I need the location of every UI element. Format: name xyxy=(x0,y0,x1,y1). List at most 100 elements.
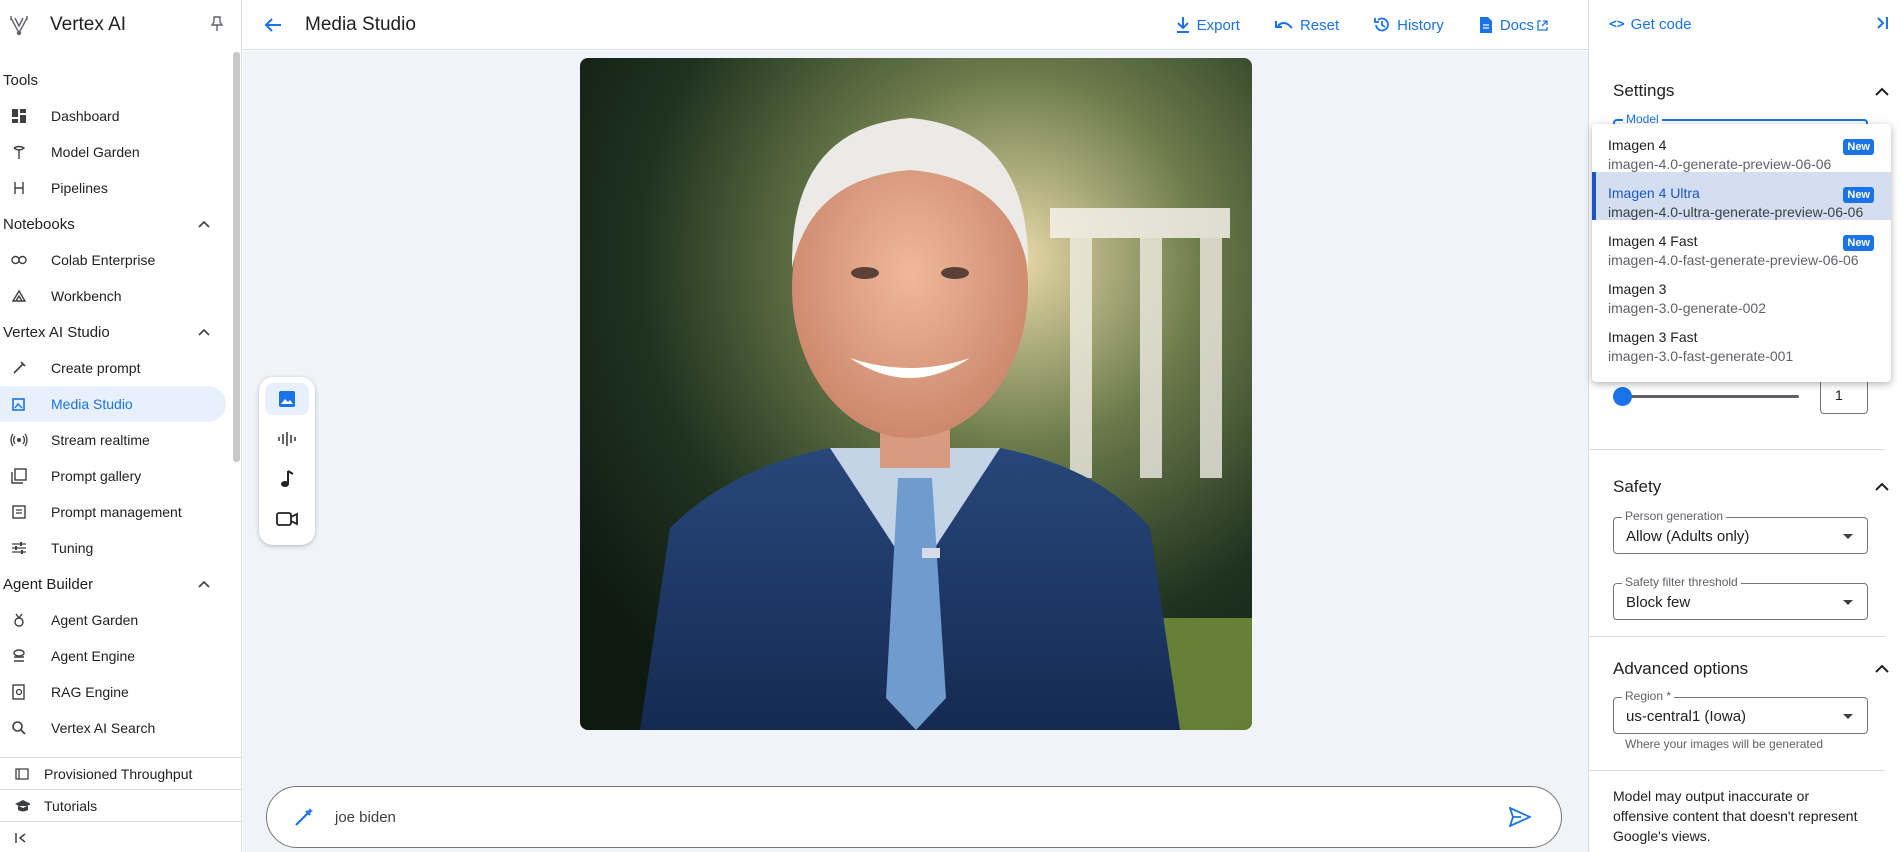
sidebar-item-create-prompt[interactable]: Create prompt xyxy=(0,350,232,386)
video-camera-icon xyxy=(276,512,298,526)
sidebar-item-media-studio[interactable]: Media Studio xyxy=(0,386,226,422)
sidebar-item-label: Prompt management xyxy=(51,504,182,520)
safety-title: Safety xyxy=(1613,477,1662,496)
media-type-toolbox xyxy=(259,377,315,545)
left-sidebar: Vertex AI Tools Dashboard Model Garden P… xyxy=(0,0,242,852)
section-notebooks[interactable]: Notebooks xyxy=(0,206,232,242)
sidebar-item-label: Create prompt xyxy=(51,360,141,376)
create-prompt-icon xyxy=(10,359,28,377)
prompt-management-icon xyxy=(10,503,28,521)
prompt-bar[interactable]: joe biden xyxy=(266,786,1562,848)
sidebar-item-vertex-ai-search[interactable]: Vertex AI Search xyxy=(0,710,232,746)
slider-thumb[interactable] xyxy=(1613,387,1632,406)
audio-wave-icon xyxy=(278,432,296,446)
model-option-imagen-4-fast[interactable]: Imagen 4 Fast imagen-4.0-fast-generate-p… xyxy=(1592,220,1891,268)
model-dropdown-menu: Imagen 4 imagen-4.0-generate-preview-06-… xyxy=(1592,124,1891,382)
download-icon xyxy=(1176,17,1189,33)
sample-count-slider[interactable] xyxy=(1619,395,1799,398)
prompt-input[interactable]: joe biden xyxy=(335,809,396,826)
region-hint: Where your images will be generated xyxy=(1625,737,1824,751)
document-icon xyxy=(1479,17,1492,33)
advanced-options-title: Advanced options xyxy=(1613,659,1749,678)
video-mode-button[interactable] xyxy=(265,503,309,535)
music-mode-button[interactable] xyxy=(265,463,309,495)
collapse-left-icon xyxy=(14,830,30,846)
dropdown-arrow-icon xyxy=(1843,600,1853,605)
sidebar-item-label: Tutorials xyxy=(44,797,98,814)
sidebar-item-label: Prompt gallery xyxy=(51,468,142,484)
section-vertex-ai-studio[interactable]: Vertex AI Studio xyxy=(0,314,232,350)
sidebar-item-provisioned-throughput[interactable]: Provisioned Throughput xyxy=(0,757,241,789)
rag-engine-icon xyxy=(10,683,28,701)
new-badge: New xyxy=(1843,235,1874,251)
chevron-up-icon[interactable] xyxy=(1874,84,1890,100)
model-option-imagen-4[interactable]: Imagen 4 imagen-4.0-generate-preview-06-… xyxy=(1592,124,1891,172)
sidebar-item-label: Media Studio xyxy=(51,396,133,412)
pin-icon[interactable] xyxy=(210,16,224,32)
docs-button[interactable]: Docs xyxy=(1478,16,1554,34)
reset-button[interactable]: Reset xyxy=(1274,17,1339,34)
agent-garden-icon xyxy=(10,611,28,629)
chevron-up-icon xyxy=(198,580,210,588)
history-button[interactable]: History xyxy=(1373,16,1444,34)
model-option-imagen-3-fast[interactable]: Imagen 3 Fast imagen-3.0-fast-generate-0… xyxy=(1592,316,1891,364)
sidebar-item-prompt-management[interactable]: Prompt management xyxy=(0,494,232,530)
main-canvas: joe biden xyxy=(243,51,1588,852)
agent-engine-icon xyxy=(10,647,28,665)
sidebar-item-label: RAG Engine xyxy=(51,684,129,700)
pipelines-icon xyxy=(10,179,28,197)
section-tools: Tools xyxy=(3,71,39,89)
region-select[interactable]: Region * us-central1 (Iowa) xyxy=(1613,689,1868,734)
external-link-icon xyxy=(1537,19,1548,31)
sidebar-item-prompt-gallery[interactable]: Prompt gallery xyxy=(0,458,232,494)
portrait-image xyxy=(580,58,1252,730)
sidebar-item-rag-engine[interactable]: RAG Engine xyxy=(0,674,232,710)
sidebar-item-dashboard[interactable]: Dashboard xyxy=(0,98,232,134)
sidebar-item-label: Workbench xyxy=(51,288,122,304)
sidebar-item-label: Pipelines xyxy=(51,180,108,196)
model-option-imagen-3[interactable]: Imagen 3 imagen-3.0-generate-002 xyxy=(1592,268,1891,316)
export-button[interactable]: Export xyxy=(1175,16,1240,34)
sidebar-item-pipelines[interactable]: Pipelines xyxy=(0,170,232,206)
generated-image[interactable] xyxy=(580,58,1252,730)
history-icon xyxy=(1374,17,1390,32)
sidebar-item-label: Agent Garden xyxy=(51,612,139,628)
get-code-button[interactable]: <> Get code xyxy=(1609,16,1692,33)
sidebar-item-label: Provisioned Throughput xyxy=(44,765,193,782)
sidebar-item-agent-garden[interactable]: Agent Garden xyxy=(0,602,232,638)
code-icon: <> xyxy=(1609,17,1625,32)
new-badge: New xyxy=(1843,139,1874,155)
chevron-up-icon xyxy=(198,328,210,336)
sidebar-scrollbar[interactable] xyxy=(233,52,240,462)
collapse-sidebar-button[interactable] xyxy=(0,821,241,852)
vertex-ai-logo-icon xyxy=(10,16,28,36)
chevron-up-icon[interactable] xyxy=(1874,479,1890,495)
collapse-panel-button[interactable] xyxy=(1875,16,1889,34)
speech-mode-button[interactable] xyxy=(265,423,309,455)
sidebar-item-label: Agent Engine xyxy=(51,648,136,664)
model-option-imagen-4-ultra[interactable]: Imagen 4 Ultra imagen-4.0-ultra-generate… xyxy=(1592,172,1891,220)
magic-pen-icon[interactable] xyxy=(293,806,315,828)
image-mode-button[interactable] xyxy=(265,383,309,415)
brand: Vertex AI xyxy=(0,0,241,50)
chevron-up-icon[interactable] xyxy=(1874,661,1890,677)
sidebar-item-model-garden[interactable]: Model Garden xyxy=(0,134,232,170)
sidebar-item-tutorials[interactable]: Tutorials xyxy=(0,789,241,821)
section-agent-builder[interactable]: Agent Builder xyxy=(0,566,232,602)
media-studio-icon xyxy=(10,395,28,413)
sidebar-item-workbench[interactable]: Workbench xyxy=(0,278,232,314)
sidebar-item-stream-realtime[interactable]: Stream realtime xyxy=(0,422,232,458)
undo-icon xyxy=(1274,21,1293,29)
new-badge: New xyxy=(1843,187,1874,203)
back-button[interactable] xyxy=(261,13,285,37)
dropdown-arrow-icon xyxy=(1843,534,1853,539)
page-title: Media Studio xyxy=(305,13,416,35)
arrow-back-icon xyxy=(264,17,281,32)
workbench-icon xyxy=(10,287,28,305)
send-icon[interactable] xyxy=(1509,807,1531,827)
sidebar-item-agent-engine[interactable]: Agent Engine xyxy=(0,638,232,674)
sidebar-item-colab-enterprise[interactable]: Colab Enterprise xyxy=(0,242,232,278)
safety-filter-select[interactable]: Safety filter threshold Block few xyxy=(1613,575,1868,620)
sidebar-item-tuning[interactable]: Tuning xyxy=(0,530,232,566)
person-generation-select[interactable]: Person generation Allow (Adults only) xyxy=(1613,509,1868,554)
